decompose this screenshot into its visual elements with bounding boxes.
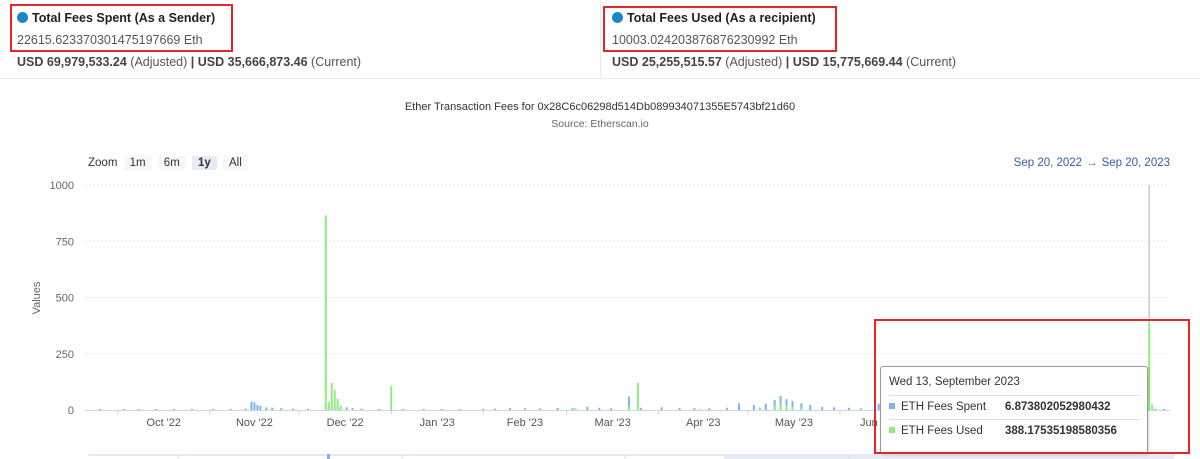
bar-eth-fees-spent [693,408,696,410]
bar-eth-fees-used [523,408,526,410]
x-tick-label: Dec '22 [327,417,364,429]
bar-eth-fees-spent [292,408,295,410]
bar-eth-fees-spent [259,405,262,410]
bar-eth-fees-spent [752,405,755,410]
bar-eth-fees-used [339,405,342,410]
bar-eth-fees-spent [137,409,140,410]
bar-eth-fees-used [785,405,788,410]
bar-eth-fees-spent [351,408,354,410]
bar-eth-fees-spent [229,408,232,410]
bar-eth-fees-used [390,386,393,410]
y-tick-label: 500 [56,293,74,305]
bar-eth-fees-spent [708,408,711,410]
bar-eth-fees-spent [538,408,541,410]
bar-eth-fees-spent [458,409,461,410]
bar-eth-fees-spent [244,408,247,410]
bar-eth-fees-used [327,402,330,410]
bar-eth-fees-spent [253,402,256,410]
x-tick-label: Apr '23 [686,417,721,429]
bar-eth-fees-spent [610,408,613,410]
bar-eth-fees-spent [280,408,283,410]
bar-eth-fees-used [627,405,630,410]
bar-eth-fees-used [779,403,782,410]
bar-eth-fees-spent [256,405,259,410]
bar-eth-fees-used [333,389,336,410]
bar-eth-fees-spent [660,407,663,410]
x-tick-label: May '23 [775,417,813,429]
bar-eth-fees-used [330,383,333,410]
y-tick-label: 1000 [50,180,74,192]
bar-eth-fees-spent [764,403,767,410]
bar-eth-fees-spent [440,409,443,410]
navigator-series-mark [327,454,330,459]
highlight-box-tooltip [874,319,1190,454]
bar-eth-fees-spent [494,408,497,410]
bar-eth-fees-used [859,408,862,410]
bar-eth-fees-spent [250,401,253,410]
bar-eth-fees-spent [598,407,601,410]
bar-eth-fees-spent [98,409,101,410]
bar-eth-fees-spent [847,407,850,410]
bar-eth-fees-used [574,408,577,410]
x-tick-label: Jan '23 [420,417,455,429]
bar-eth-fees-spent [678,407,681,410]
bar-eth-fees-used [800,407,803,410]
x-tick-label: Feb '23 [507,417,543,429]
bar-eth-fees-spent [422,409,425,410]
bar-eth-fees-spent [737,403,740,410]
bar-eth-fees-spent [211,409,214,410]
bar-eth-fees-used [336,398,339,410]
y-axis-title: Values [31,281,43,314]
bar-eth-fees-spent [173,409,176,410]
bar-eth-fees-spent [821,406,824,410]
x-tick-label: Oct '22 [147,417,182,429]
bar-eth-fees-used [324,215,327,410]
bar-eth-fees-spent [271,407,274,410]
bar-eth-fees-spent [509,408,512,410]
bar-eth-fees-spent [155,409,158,410]
bar-eth-fees-spent [265,407,268,410]
bar-eth-fees-spent [345,407,348,410]
bar-eth-fees-used [699,409,702,410]
y-tick-label: 0 [68,405,74,417]
bar-eth-fees-spent [122,409,125,410]
bar-eth-fees-spent [360,408,363,410]
bar-eth-fees-used [758,407,761,410]
bar-eth-fees-used [773,405,776,410]
bar-eth-fees-spent [639,407,642,410]
x-tick-label: Mar '23 [594,417,630,429]
x-tick-label: Nov '22 [236,417,273,429]
bar-eth-fees-spent [586,406,589,410]
bar-eth-fees-spent [571,408,574,410]
bar-eth-fees-spent [833,407,836,410]
y-tick-label: 250 [56,349,74,361]
y-tick-label: 750 [56,236,74,248]
bar-eth-fees-spent [191,409,194,410]
navigator-mask [724,455,1174,459]
bar-eth-fees-used [636,383,639,410]
bar-eth-fees-spent [306,408,309,410]
bar-eth-fees-spent [556,407,559,410]
bar-eth-fees-spent [482,408,485,410]
bar-eth-fees-spent [809,405,812,410]
bar-eth-fees-used [791,406,794,410]
bar-eth-fees-spent [378,409,381,410]
bar-eth-fees-spent [726,407,729,410]
bar-eth-fees-spent [402,409,405,410]
